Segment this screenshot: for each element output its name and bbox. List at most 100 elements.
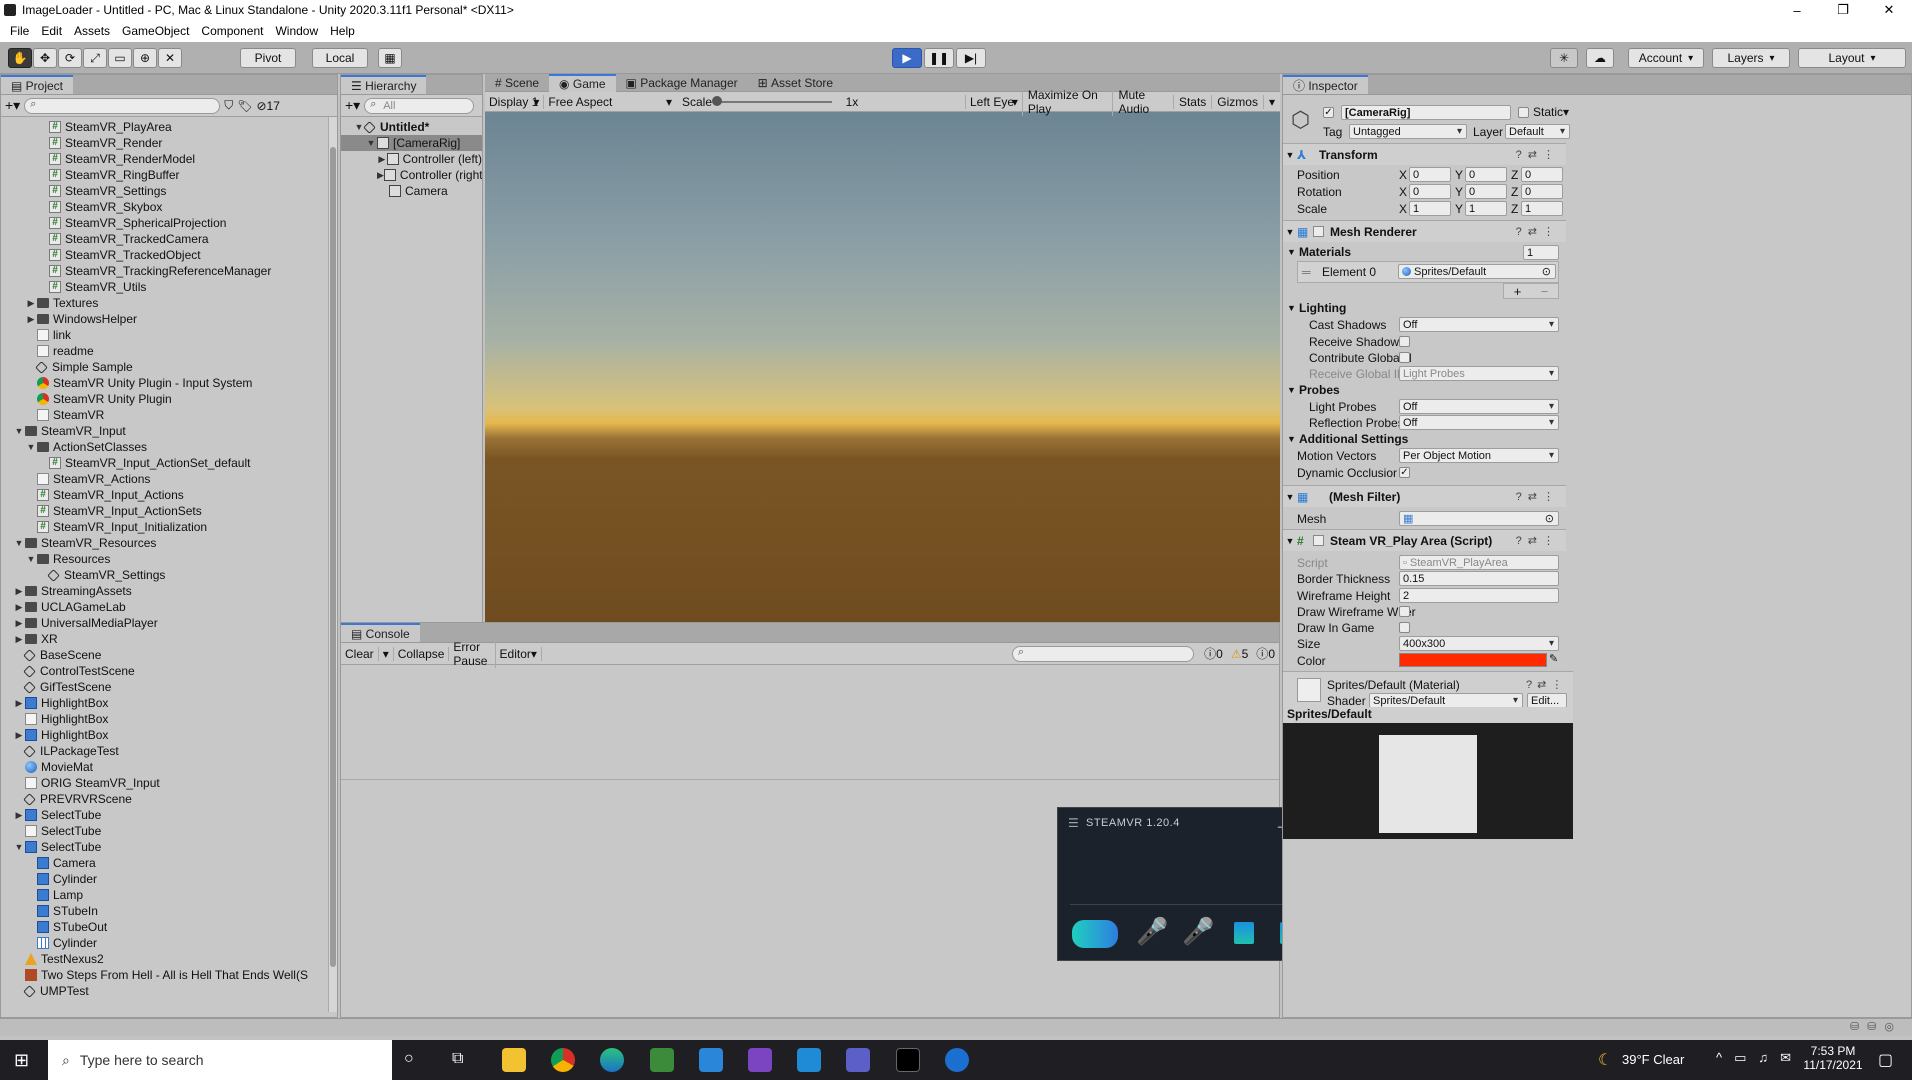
project-item[interactable]: # SteamVR_Render (1, 135, 337, 151)
motion-vectors-dropdown[interactable]: Per Object Motion (1399, 448, 1559, 463)
hierarchy-item[interactable]: ▼ Untitled* (341, 119, 482, 135)
custom-tool-icon[interactable]: ✕ (158, 48, 182, 68)
foldout-arrow-icon[interactable]: ▼ (13, 839, 25, 855)
foldout-arrow-icon[interactable]: ▶ (25, 295, 37, 311)
project-item[interactable]: SteamVR (1, 407, 337, 423)
eye-dropdown[interactable]: Left Eye ▾ (964, 94, 1022, 109)
filter-label-icon[interactable]: 🏷 (237, 99, 252, 113)
menu-edit[interactable]: Edit (35, 24, 68, 38)
foldout-arrow-icon[interactable]: ▼ (25, 551, 37, 567)
hierarchy-item[interactable]: ▶ Controller (left) (341, 151, 482, 167)
console-error-pause-toggle[interactable]: Error Pause (449, 639, 496, 668)
minimize-button[interactable]: – (1774, 3, 1820, 18)
size-dropdown[interactable]: 400x300 (1399, 636, 1559, 651)
local-toggle[interactable]: Local (312, 48, 368, 68)
mesh-filter-foldout-icon[interactable]: ▼ (1283, 492, 1297, 502)
foldout-arrow-icon[interactable]: ▶ (13, 807, 25, 823)
layout-dropdown[interactable]: Layout (1798, 48, 1906, 68)
material-menu-icons[interactable]: ?⇄⋮ (1526, 678, 1567, 691)
vscode-icon[interactable] (797, 1048, 821, 1072)
grid-snap-icon[interactable]: ▦ (378, 48, 402, 68)
project-item[interactable]: # SteamVR_TrackedObject (1, 247, 337, 263)
foldout-arrow-icon[interactable]: ▶ (13, 631, 25, 647)
dynamic-occlusion-checkbox[interactable]: ✓ (1399, 467, 1410, 478)
unity-taskbar-icon[interactable] (896, 1048, 920, 1072)
project-scroll-thumb[interactable] (330, 147, 336, 967)
transform-tool-icon[interactable]: ⊕ (133, 48, 157, 68)
transform-x-field[interactable]: 0 (1409, 184, 1451, 199)
stats-toggle[interactable]: Stats (1172, 94, 1211, 109)
hierarchy-item[interactable]: ▶ Controller (right) (341, 167, 482, 183)
receive-shadows-checkbox[interactable] (1399, 336, 1410, 347)
account-dropdown[interactable]: Account (1628, 48, 1704, 68)
right-controller-icon[interactable]: 🎤 (1182, 916, 1214, 947)
hand-tool-icon[interactable]: ✋ (8, 48, 32, 68)
mesh-renderer-enabled-checkbox[interactable] (1313, 226, 1324, 237)
gizmos-toggle[interactable]: Gizmos (1211, 94, 1263, 109)
project-item[interactable]: Simple Sample (1, 359, 337, 375)
project-item[interactable]: Camera (1, 855, 337, 871)
eyedropper-icon[interactable]: ✎ (1549, 652, 1558, 665)
project-item[interactable]: Lamp (1, 887, 337, 903)
mesh-renderer-foldout-icon[interactable]: ▼ (1283, 227, 1297, 237)
mesh-picker-icon[interactable]: ⊙ (1545, 512, 1554, 525)
contribute-gi-checkbox[interactable] (1399, 352, 1410, 363)
project-item[interactable]: ▶ WindowsHelper (1, 311, 337, 327)
console-search[interactable] (1011, 645, 1195, 662)
teams-icon[interactable] (846, 1048, 870, 1072)
menu-component[interactable]: Component (195, 24, 269, 38)
project-item[interactable]: # SteamVR_TrackingReferenceManager (1, 263, 337, 279)
console-clear-dropdown[interactable]: ▾ (379, 646, 394, 661)
probes-foldout[interactable]: ▼ Probes (1287, 383, 1340, 397)
project-item[interactable]: Two Steps From Hell - All is Hell That E… (1, 967, 337, 983)
layer-dropdown[interactable]: Default (1505, 124, 1570, 139)
transform-z-field[interactable]: 0 (1521, 167, 1563, 182)
tab-project[interactable]: ▤ Project (1, 75, 74, 94)
project-item[interactable]: ▶ Textures (1, 295, 337, 311)
play-button[interactable]: ▶ (892, 48, 922, 68)
foldout-arrow-icon[interactable]: ▶ (377, 167, 384, 183)
taskbar-search[interactable]: ⌕ Type here to search (48, 1040, 392, 1080)
cast-shadows-dropdown[interactable]: Off (1399, 317, 1559, 332)
maximize-on-play-toggle[interactable]: Maximize On Play (1021, 87, 1113, 116)
project-item[interactable]: Cylinder (1, 935, 337, 951)
weather-text[interactable]: 39°F Clear (1622, 1052, 1684, 1067)
reflection-probes-dropdown[interactable]: Off (1399, 415, 1559, 430)
mail-icon[interactable] (699, 1048, 723, 1072)
transform-x-field[interactable]: 0 (1409, 167, 1451, 182)
project-item[interactable]: BaseScene (1, 647, 337, 663)
menu-help[interactable]: Help (324, 24, 361, 38)
project-item[interactable]: ▶ HighlightBox (1, 727, 337, 743)
list-add-button[interactable]: + (1514, 284, 1522, 299)
foldout-arrow-icon[interactable]: ▶ (377, 151, 387, 167)
status-icons[interactable]: ⛁⛁◎ (1850, 1020, 1902, 1033)
project-item[interactable]: ▼ Resources (1, 551, 337, 567)
project-item[interactable]: # SteamVR_Input_Initialization (1, 519, 337, 535)
project-item[interactable]: ▶ HighlightBox (1, 695, 337, 711)
material-header[interactable]: Sprites/Default (Material) ?⇄⋮ Shader Sp… (1283, 671, 1573, 708)
draw-in-game-checkbox[interactable] (1399, 622, 1410, 633)
tab-package-manager[interactable]: ▣ Package Manager (616, 73, 748, 92)
cloud-icon[interactable]: ☁ (1586, 48, 1614, 68)
project-item[interactable]: SteamVR_Settings (1, 567, 337, 583)
vr-headset-icon[interactable] (1072, 920, 1118, 948)
project-item[interactable]: # SteamVR_RenderModel (1, 151, 337, 167)
foldout-arrow-icon[interactable]: ▶ (13, 599, 25, 615)
close-button[interactable]: ✕ (1866, 2, 1912, 18)
project-item[interactable]: ▼ SteamVR_Resources (1, 535, 337, 551)
project-item[interactable]: STubeOut (1, 919, 337, 935)
gizmos-dropdown-icon[interactable]: ▾ (1262, 94, 1280, 109)
project-item[interactable]: # SteamVR_Input_Actions (1, 487, 337, 503)
base-station-1-icon[interactable] (1234, 922, 1254, 944)
rect-tool-icon[interactable]: ▭ (108, 48, 132, 68)
additional-settings-foldout[interactable]: ▼ Additional Settings (1287, 432, 1408, 446)
project-item[interactable]: ORIG SteamVR_Input (1, 775, 337, 791)
play-area-foldout-icon[interactable]: ▼ (1283, 536, 1297, 546)
steamvr-menu-icon[interactable]: ☰ (1068, 816, 1079, 830)
clock[interactable]: 7:53 PM 11/17/2021 (1800, 1044, 1866, 1072)
play-area-menu-icons[interactable]: ?⇄⋮ (1516, 534, 1560, 547)
transform-z-field[interactable]: 0 (1521, 184, 1563, 199)
mesh-renderer-menu-icons[interactable]: ?⇄⋮ (1516, 225, 1560, 238)
menu-file[interactable]: File (4, 24, 35, 38)
menu-gameobject[interactable]: GameObject (116, 24, 195, 38)
